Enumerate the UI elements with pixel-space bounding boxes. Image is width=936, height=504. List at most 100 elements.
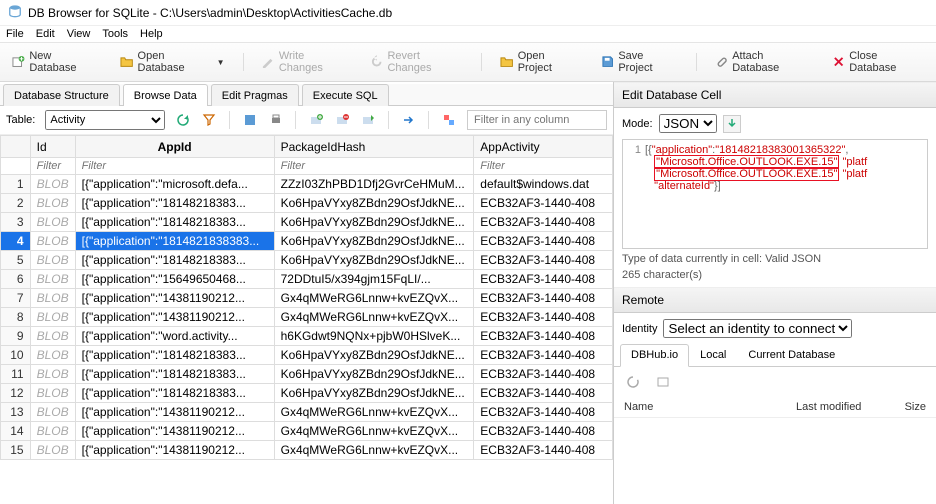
print-button[interactable]	[268, 111, 284, 129]
row-number[interactable]: 13	[1, 403, 31, 422]
col-appactivity[interactable]: AppActivity	[474, 136, 613, 158]
new-database-button[interactable]: New Database	[6, 47, 104, 77]
menu-tools[interactable]: Tools	[102, 28, 128, 40]
filter-id[interactable]	[31, 158, 75, 174]
menu-help[interactable]: Help	[140, 28, 163, 40]
cell-act[interactable]: ECB32AF3-1440-408	[474, 308, 613, 327]
cell-pkg[interactable]: Ko6HpaVYxy8ZBdn29OsfJdkNE...	[274, 232, 474, 251]
cell-id[interactable]: BLOB	[30, 403, 75, 422]
cell-pkg[interactable]: Gx4qMWeRG6Lnnw+kvEZQvX...	[274, 422, 474, 441]
remote-tab-current[interactable]: Current Database	[737, 344, 846, 366]
row-number[interactable]: 7	[1, 289, 31, 308]
row-number[interactable]: 10	[1, 346, 31, 365]
cell-appid[interactable]: [{"application":"18148218383...	[75, 251, 274, 270]
conditional-format-button[interactable]	[441, 111, 457, 129]
open-project-button[interactable]: Open Project	[494, 47, 585, 77]
filter-pkg[interactable]	[275, 158, 474, 174]
cell-pkg[interactable]: Ko6HpaVYxy8ZBdn29OsfJdkNE...	[274, 213, 474, 232]
row-number[interactable]: 8	[1, 308, 31, 327]
cell-appid[interactable]: [{"application":"14381190212...	[75, 403, 274, 422]
cell-pkg[interactable]: 72DDtuI5/x394gjm15FqLI/...	[274, 270, 474, 289]
cell-act[interactable]: default$windows.dat	[474, 175, 613, 194]
remote-tab-dbhub[interactable]: DBHub.io	[620, 344, 689, 367]
menu-view[interactable]: View	[67, 28, 91, 40]
cell-id[interactable]: BLOB	[30, 441, 75, 460]
save-filter-button[interactable]	[242, 111, 258, 129]
cell-appid[interactable]: [{"application":"18148218383...	[75, 365, 274, 384]
cell-id[interactable]: BLOB	[30, 175, 75, 194]
cell-pkg[interactable]: Ko6HpaVYxy8ZBdn29OsfJdkNE...	[274, 251, 474, 270]
cell-act[interactable]: ECB32AF3-1440-408	[474, 422, 613, 441]
row-number[interactable]: 5	[1, 251, 31, 270]
cell-pkg[interactable]: Ko6HpaVYxy8ZBdn29OsfJdkNE...	[274, 365, 474, 384]
cell-appid[interactable]: [{"application":"18148218383...	[75, 213, 274, 232]
cell-act[interactable]: ECB32AF3-1440-408	[474, 327, 613, 346]
data-table-wrap[interactable]: Id AppId PackageIdHash AppActivity 1BLOB…	[0, 135, 613, 504]
save-project-button[interactable]: Save Project	[595, 47, 684, 77]
filter-act[interactable]	[474, 158, 612, 174]
cell-id[interactable]: BLOB	[30, 346, 75, 365]
cell-id[interactable]: BLOB	[30, 365, 75, 384]
cell-act[interactable]: ECB32AF3-1440-408	[474, 289, 613, 308]
cell-id[interactable]: BLOB	[30, 194, 75, 213]
tab-execute-sql[interactable]: Execute SQL	[302, 84, 389, 106]
cell-id[interactable]: BLOB	[30, 308, 75, 327]
cell-id[interactable]: BLOB	[30, 270, 75, 289]
cell-appid[interactable]: [{"application":"15649650468...	[75, 270, 274, 289]
insert-values-button[interactable]	[360, 111, 376, 129]
cell-appid[interactable]: [{"application":"microsoft.defa...	[75, 175, 274, 194]
cell-id[interactable]: BLOB	[30, 213, 75, 232]
cell-pkg[interactable]: Ko6HpaVYxy8ZBdn29OsfJdkNE...	[274, 346, 474, 365]
refresh-button[interactable]	[175, 111, 191, 129]
cell-pkg[interactable]: Gx4qMWeRG6Lnnw+kvEZQvX...	[274, 308, 474, 327]
remote-tab-local[interactable]: Local	[689, 344, 737, 366]
cell-pkg[interactable]: ZZzI03ZhPBD1Dfj2GvrCeHMuM...	[274, 175, 474, 194]
cell-appid[interactable]: [{"application":"14381190212...	[75, 441, 274, 460]
cell-id[interactable]: BLOB	[30, 327, 75, 346]
menu-file[interactable]: File	[6, 28, 24, 40]
close-database-button[interactable]: Close Database	[826, 47, 930, 77]
delete-record-button[interactable]	[334, 111, 350, 129]
cell-appid[interactable]: [{"application":"18148218383...	[75, 194, 274, 213]
cell-appid[interactable]: [{"application":"1814821838383...	[75, 232, 274, 251]
col-appid[interactable]: AppId	[75, 136, 274, 158]
row-number[interactable]: 11	[1, 365, 31, 384]
cell-appid[interactable]: [{"application":"14381190212...	[75, 422, 274, 441]
cell-id[interactable]: BLOB	[30, 422, 75, 441]
cell-appid[interactable]: [{"application":"14381190212...	[75, 308, 274, 327]
remote-col-lm[interactable]: Last modified	[796, 401, 886, 413]
cell-act[interactable]: ECB32AF3-1440-408	[474, 441, 613, 460]
row-number[interactable]: 4	[1, 232, 31, 251]
row-number[interactable]: 12	[1, 384, 31, 403]
apply-button[interactable]	[723, 115, 741, 133]
cell-appid[interactable]: [{"application":"14381190212...	[75, 289, 274, 308]
cell-act[interactable]: ECB32AF3-1440-408	[474, 232, 613, 251]
cell-pkg[interactable]: Gx4qMWeRG6Lnnw+kvEZQvX...	[274, 441, 474, 460]
cell-act[interactable]: ECB32AF3-1440-408	[474, 270, 613, 289]
menu-edit[interactable]: Edit	[36, 28, 55, 40]
cell-pkg[interactable]: Gx4qMWeRG6Lnnw+kvEZQvX...	[274, 403, 474, 422]
cell-act[interactable]: ECB32AF3-1440-408	[474, 251, 613, 270]
row-number[interactable]: 6	[1, 270, 31, 289]
table-select[interactable]: Activity	[45, 110, 165, 130]
cell-id[interactable]: BLOB	[30, 384, 75, 403]
row-number[interactable]: 14	[1, 422, 31, 441]
cell-appid[interactable]: [{"application":"word.activity...	[75, 327, 274, 346]
remote-refresh-button[interactable]	[624, 373, 642, 391]
cell-pkg[interactable]: h6KGdwt9NQNx+pjbW0HSlveK...	[274, 327, 474, 346]
remote-col-size[interactable]: Size	[886, 401, 926, 413]
row-number[interactable]: 1	[1, 175, 31, 194]
mode-select[interactable]: JSON	[659, 114, 717, 133]
cell-act[interactable]: ECB32AF3-1440-408	[474, 384, 613, 403]
col-id[interactable]: Id	[30, 136, 75, 158]
cell-act[interactable]: ECB32AF3-1440-408	[474, 194, 613, 213]
col-packageidhash[interactable]: PackageIdHash	[274, 136, 474, 158]
cell-pkg[interactable]: Ko6HpaVYxy8ZBdn29OsfJdkNE...	[274, 384, 474, 403]
cell-act[interactable]: ECB32AF3-1440-408	[474, 346, 613, 365]
open-database-button[interactable]: Open Database▼	[114, 47, 230, 77]
filter-appid[interactable]	[76, 158, 274, 174]
json-editor[interactable]: 1[{"application":"18148218383001365322",…	[622, 139, 928, 249]
row-number[interactable]: 9	[1, 327, 31, 346]
cell-act[interactable]: ECB32AF3-1440-408	[474, 213, 613, 232]
cell-appid[interactable]: [{"application":"18148218383...	[75, 384, 274, 403]
